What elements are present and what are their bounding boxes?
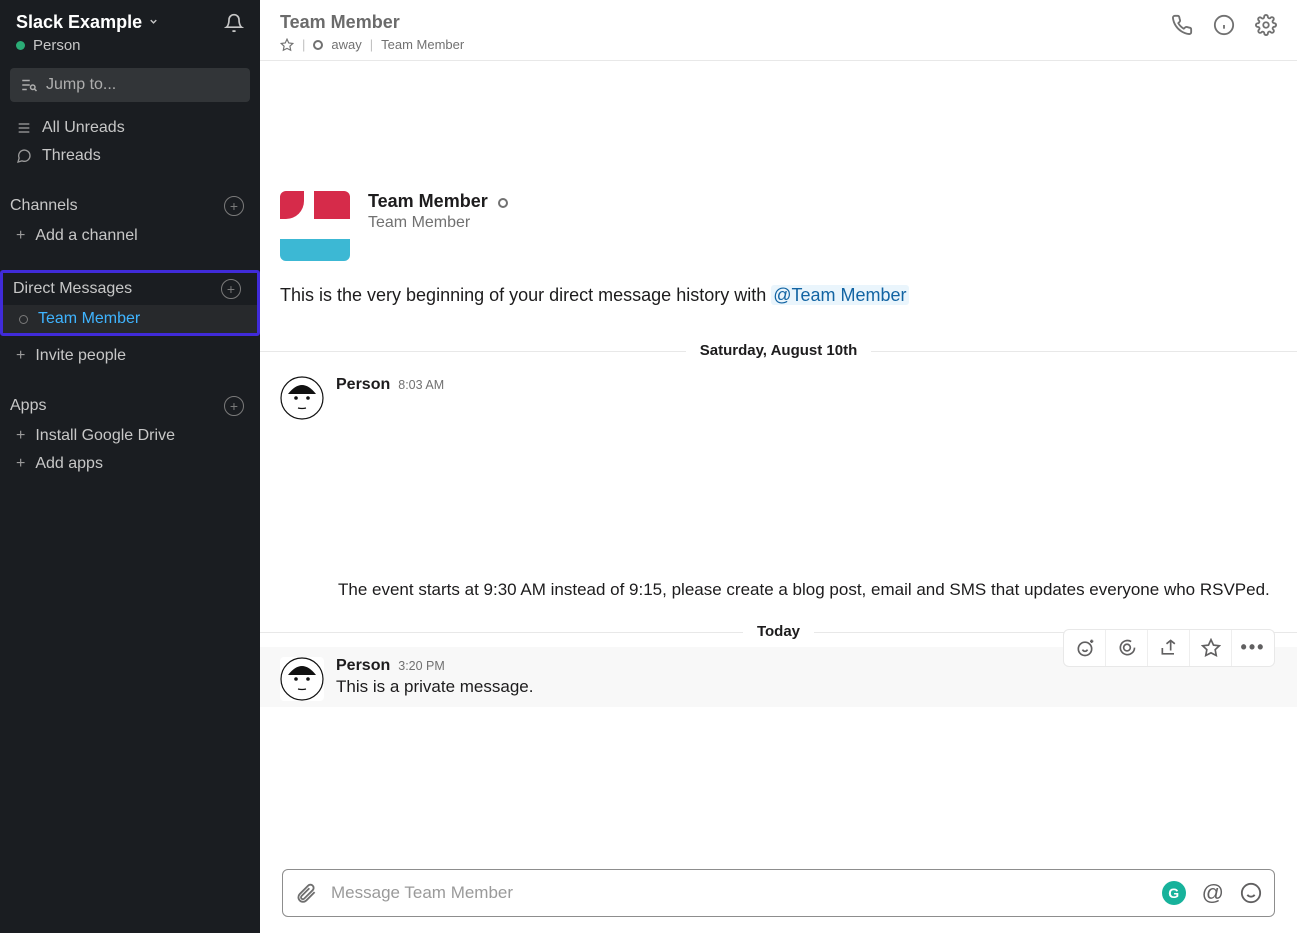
message-body: The event starts at 9:30 AM instead of 9… [338,576,1297,617]
avatar [280,657,324,701]
conversation-header: Team Member | away | Team Member [260,0,1297,61]
sidebar-all-unreads[interactable]: All Unreads [0,114,260,142]
day-divider: Saturday, August 10th [260,342,1297,360]
threads-icon [16,148,32,164]
sidebar: Slack Example Person Jump to... All Unre… [0,0,260,933]
star-icon[interactable] [1190,630,1232,666]
add-channel-label: Add a channel [35,227,137,245]
composer-wrap: G @ [260,859,1297,933]
thread-icon[interactable] [1106,630,1148,666]
add-dm-icon[interactable]: + [221,279,241,299]
mention-link[interactable]: @Team Member [771,285,908,305]
separator: | [370,37,373,52]
dm-intro: Team Member Team Member [260,191,1297,273]
message: Person 8:03 AM [260,366,1297,426]
header-subtitle: Team Member [381,37,464,52]
chevron-down-icon [148,16,159,30]
plus-icon: + [16,455,25,473]
conversation-title: Team Member [280,12,464,33]
install-gdrive-label: Install Google Drive [35,427,175,445]
add-channel-icon[interactable]: + [224,196,244,216]
dm-label[interactable]: Direct Messages [13,280,132,298]
avatar [280,191,350,261]
plus-icon: + [16,427,25,445]
message-time: 8:03 AM [398,378,444,392]
presence-away-icon [498,198,508,208]
invite-people[interactable]: + Invite people [0,342,260,370]
add-app-icon[interactable]: + [224,396,244,416]
presence-active-icon [16,41,25,50]
call-icon[interactable] [1171,14,1193,36]
plus-icon: + [16,347,25,365]
add-reaction-icon[interactable] [1064,630,1106,666]
bell-icon[interactable] [224,13,244,33]
share-icon[interactable] [1148,630,1190,666]
add-apps[interactable]: + Add apps [0,450,260,478]
day-divider-label: Today [743,623,814,640]
channels-label[interactable]: Channels [10,197,78,215]
sidebar-threads[interactable]: Threads [0,142,260,170]
message-author[interactable]: Person [336,376,390,394]
avatar [280,376,324,420]
intro-prefix: This is the very beginning of your direc… [280,285,771,305]
message: ••• Person 3:20 PM This is a private mes… [260,647,1297,707]
dm-item-label: Team Member [38,310,140,328]
message-time: 3:20 PM [398,659,445,673]
main-area: Team Member | away | Team Member [260,0,1297,933]
dm-highlight-group: Direct Messages + Team Member [0,270,260,336]
plus-icon: + [16,227,25,245]
message-input[interactable] [331,883,1148,903]
intro-name: Team Member [368,191,488,211]
all-unreads-label: All Unreads [42,119,125,137]
intro-text: This is the very beginning of your direc… [260,273,1297,336]
apps-label[interactable]: Apps [10,397,46,415]
paperclip-icon[interactable] [295,882,317,904]
star-icon[interactable] [280,38,294,52]
add-apps-label: Add apps [35,455,103,473]
gear-icon[interactable] [1255,14,1277,36]
threads-label: Threads [42,147,101,165]
grammarly-icon[interactable]: G [1162,881,1186,905]
dm-item-team-member[interactable]: Team Member [3,305,257,333]
workspace-name: Slack Example [16,12,142,33]
message-author[interactable]: Person [336,657,390,675]
invite-people-label: Invite people [35,347,126,365]
section-direct-messages: Direct Messages + [3,273,257,305]
section-channels: Channels + [0,190,260,222]
at-mention-icon[interactable]: @ [1202,880,1224,906]
emoji-icon[interactable] [1240,882,1262,904]
search-list-icon [20,76,38,94]
jump-to-label: Jump to... [46,76,116,94]
list-icon [16,120,32,136]
presence-away-icon [19,315,28,324]
intro-sub: Team Member [368,214,508,232]
current-user-name: Person [33,37,81,54]
day-divider-label: Saturday, August 10th [686,342,872,359]
presence-away-icon [313,40,323,50]
section-apps: Apps + [0,390,260,422]
separator: | [302,37,305,52]
message-body: This is a private message. [336,677,1277,697]
current-user[interactable]: Person [0,37,260,64]
message-list[interactable]: Team Member Team Member This is the very… [260,61,1297,859]
message-composer[interactable]: G @ [282,869,1275,917]
add-channel[interactable]: + Add a channel [0,222,260,250]
jump-to[interactable]: Jump to... [10,68,250,102]
status-text: away [331,37,361,52]
message-action-bar: ••• [1063,629,1275,667]
install-google-drive[interactable]: + Install Google Drive [0,422,260,450]
more-icon[interactable]: ••• [1232,630,1274,666]
workspace-switcher[interactable]: Slack Example [16,12,159,33]
info-icon[interactable] [1213,14,1235,36]
